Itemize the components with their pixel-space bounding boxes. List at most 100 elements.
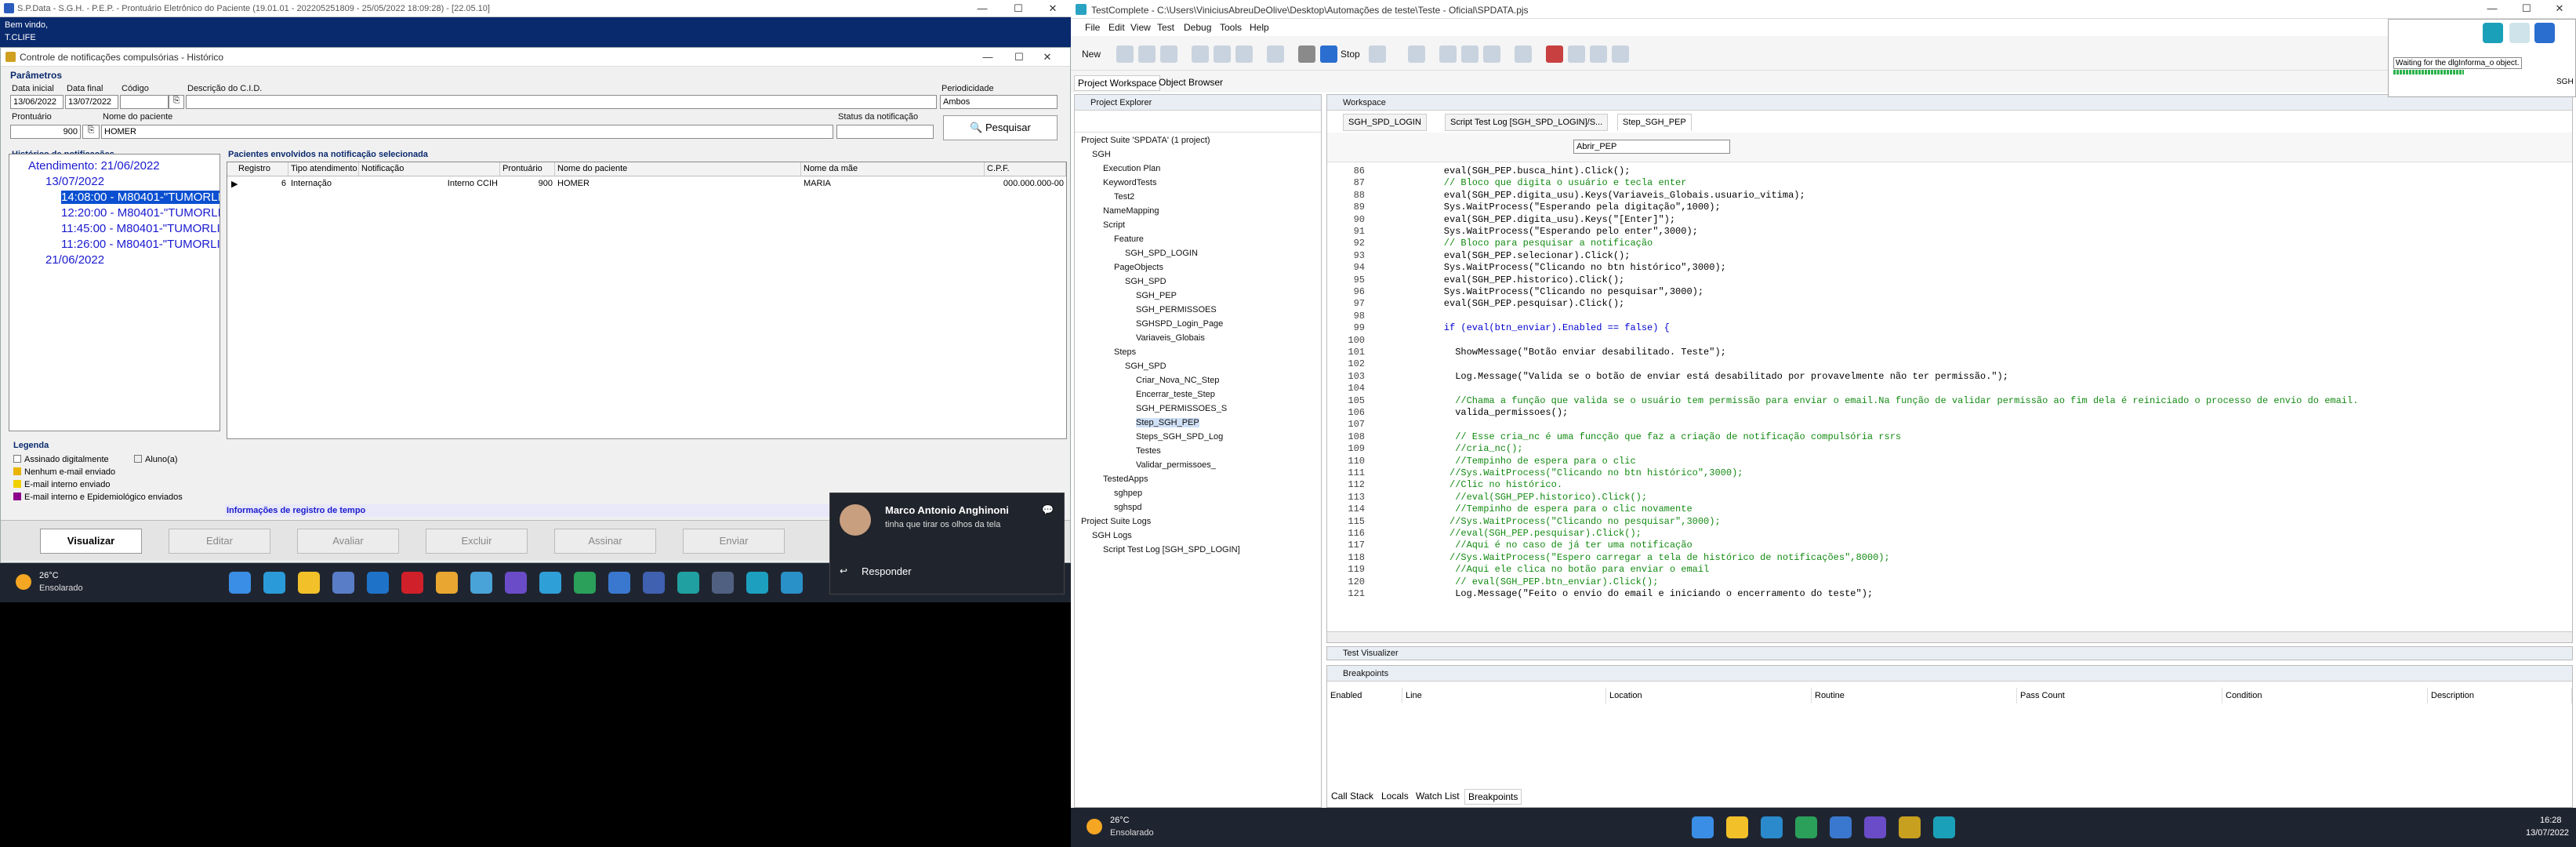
opera-icon[interactable] (401, 572, 423, 594)
paste-icon[interactable] (1235, 45, 1253, 63)
code-line[interactable]: //cria_nc(); (1421, 443, 1522, 454)
tree-item[interactable]: SGH_PERMISSOES_S (1136, 404, 1227, 413)
code-line[interactable]: // eval(SGH_PEP.btn_enviar).Click(); (1421, 576, 1658, 587)
menu-help[interactable]: Help (1250, 22, 1269, 33)
code-line[interactable]: //Aqui é no caso de já ter uma notificaç… (1421, 540, 1692, 551)
horizontal-scrollbar[interactable] (1327, 631, 2572, 642)
nome-paciente-input[interactable]: HOMER (101, 125, 833, 139)
app-icon[interactable] (539, 572, 561, 594)
code-line[interactable]: eval(SGH_PEP.digita_usu).Keys("[Enter]")… (1421, 214, 1675, 225)
step-icon[interactable] (1439, 45, 1457, 63)
routine-select[interactable]: Abrir_PEP (1573, 140, 1730, 154)
table-cell[interactable]: 000.000.000-00 (985, 177, 1066, 191)
code-editor[interactable]: 86 eval(SGH_PEP.busca_hint).Click(); 87 /… (1327, 165, 2572, 628)
tree-node-date[interactable]: 21/06/2022 (45, 253, 104, 267)
tree-node-notification[interactable]: 11:26:00 - M80401-"TUMORLI (61, 238, 220, 251)
tree-item[interactable]: SGH_SPD (1125, 277, 1166, 286)
editor-tab[interactable]: SGH_SPD_LOGIN (1343, 114, 1427, 131)
tab-locals[interactable]: Locals (1378, 789, 1412, 803)
maximize-button[interactable]: ☐ (2509, 0, 2545, 17)
tab-watch-list[interactable]: Watch List (1413, 789, 1463, 803)
tree-item[interactable]: SGH_SPD_LOGIN (1125, 249, 1198, 258)
code-line[interactable]: // Bloco para pesquisar a notificação (1421, 238, 1653, 249)
grid-header[interactable]: Tipo atendimento (288, 162, 359, 176)
app-icon[interactable] (677, 572, 699, 594)
open-icon[interactable] (1116, 45, 1134, 63)
tree-item[interactable]: Steps_SGH_SPD_Log (1136, 432, 1223, 442)
periodicidade-select[interactable]: Ambos (940, 95, 1058, 109)
prontuario-lookup-button[interactable]: ⎘ (82, 125, 100, 139)
column-header[interactable]: Enabled (1327, 688, 1402, 703)
step-out-icon[interactable] (1483, 45, 1500, 63)
mail-icon[interactable] (367, 572, 389, 594)
code-line[interactable]: Log.Message("Feito o envio do email e in… (1421, 588, 1873, 599)
editor-tab-active[interactable]: Step_SGH_PEP (1617, 114, 1692, 131)
minimize-button[interactable]: — (964, 0, 1000, 17)
testcomplete-icon[interactable] (1933, 816, 1955, 838)
table-cell[interactable]: HOMER (555, 177, 801, 191)
enviar-button[interactable]: Enviar (683, 529, 785, 554)
prontuario-input[interactable]: 900 (10, 125, 81, 139)
tab-breakpoints[interactable]: Breakpoints (1464, 789, 1522, 805)
table-cell[interactable]: MARIA (801, 177, 985, 191)
code-line[interactable]: Sys.WaitProcess("Esperando pelo enter",3… (1421, 226, 1698, 237)
run-icon[interactable] (1298, 45, 1315, 63)
code-line[interactable]: valida_permissoes(); (1421, 407, 1568, 418)
tree-item[interactable]: SGH_PERMISSOES (1136, 305, 1217, 314)
tree-item[interactable]: KeywordTests (1103, 178, 1156, 187)
start-icon[interactable] (229, 572, 251, 594)
visualizar-button[interactable]: Visualizar (40, 529, 142, 554)
tree-item[interactable]: Variaveis_Globais (1136, 333, 1205, 343)
grid-header[interactable]: Nome do paciente (555, 162, 801, 176)
app-icon[interactable] (1830, 816, 1852, 838)
editar-button[interactable]: Editar (169, 529, 270, 554)
app-icon[interactable] (712, 572, 734, 594)
tree-item[interactable]: Validar_permissoes_ (1136, 460, 1216, 470)
code-line[interactable]: // Esse cria_nc é uma funcção que faz a … (1421, 431, 1901, 442)
edge-icon[interactable] (263, 572, 285, 594)
column-header[interactable]: Condition (2222, 688, 2428, 703)
teams-icon[interactable] (1864, 816, 1886, 838)
menu-test[interactable]: Test (1157, 22, 1174, 33)
test-visualizer-bar[interactable]: Test Visualizer (1326, 646, 2573, 660)
tree-item[interactable]: Script Test Log [SGH_SPD_LOGIN] (1103, 545, 1240, 554)
tree-item[interactable]: Feature (1114, 234, 1144, 244)
code-line[interactable]: //Clic no histórico. (1421, 479, 1562, 490)
menu-view[interactable]: View (1130, 22, 1151, 33)
code-line[interactable]: // Bloco que digita o usuário e tecla en… (1421, 177, 1687, 188)
code-line[interactable]: Sys.WaitProcess("Clicando no btn históri… (1421, 262, 1726, 273)
code-line[interactable]: //eval(SGH_PEP.pesquisar).Click(); (1421, 528, 1642, 539)
tree-item[interactable]: Steps (1114, 347, 1136, 357)
codigo-lookup-button[interactable]: ⎘ (169, 95, 184, 109)
stop-icon[interactable] (2534, 23, 2555, 43)
column-header[interactable]: Routine (1812, 688, 2017, 703)
close-button[interactable]: ✕ (1035, 0, 1071, 17)
grid-header[interactable]: Notificação (359, 162, 500, 176)
tree-item[interactable]: sghpep (1114, 489, 1142, 498)
tree-item[interactable]: SGH_SPD (1125, 362, 1166, 371)
app-icon[interactable] (574, 572, 596, 594)
tree-item[interactable]: SGH (1092, 150, 1111, 159)
tab-project-workspace[interactable]: Project Workspace (1074, 75, 1161, 91)
avaliar-button[interactable]: Avaliar (297, 529, 399, 554)
table-cell[interactable]: 6 (227, 177, 288, 191)
tree-item[interactable]: NameMapping (1103, 206, 1159, 216)
app-icon[interactable] (1761, 816, 1783, 838)
column-header[interactable]: Pass Count (2017, 688, 2222, 703)
teams-icon[interactable] (505, 572, 527, 594)
editor-tab[interactable]: Script Test Log [SGH_SPD_LOGIN]/S... (1445, 114, 1609, 131)
excluir-button[interactable]: Excluir (426, 529, 528, 554)
code-line[interactable]: //Sys.WaitProcess("Clicando no pesquisar… (1421, 516, 1721, 527)
tree-item[interactable]: PageObjects (1114, 263, 1163, 272)
app-icon[interactable] (1795, 816, 1817, 838)
chat-notification-toast[interactable]: Marco Antonio Anghinoni tinha que tirar … (829, 493, 1065, 594)
app-icon[interactable] (1899, 816, 1921, 838)
assinar-button[interactable]: Assinar (554, 529, 656, 554)
folder-icon[interactable] (1726, 816, 1748, 838)
app-icon[interactable] (781, 572, 803, 594)
code-line[interactable]: eval(SGH_PEP.digita_usu).Keys(Variaveis_… (1421, 190, 1805, 201)
app-icon[interactable] (746, 572, 768, 594)
code-line[interactable]: eval(SGH_PEP.selecionar).Click(); (1421, 250, 1631, 261)
code-line[interactable]: eval(SGH_PEP.busca_hint).Click(); (1421, 165, 1631, 176)
code-line[interactable]: //Aqui ele clica no botão para enviar o … (1421, 564, 1709, 575)
